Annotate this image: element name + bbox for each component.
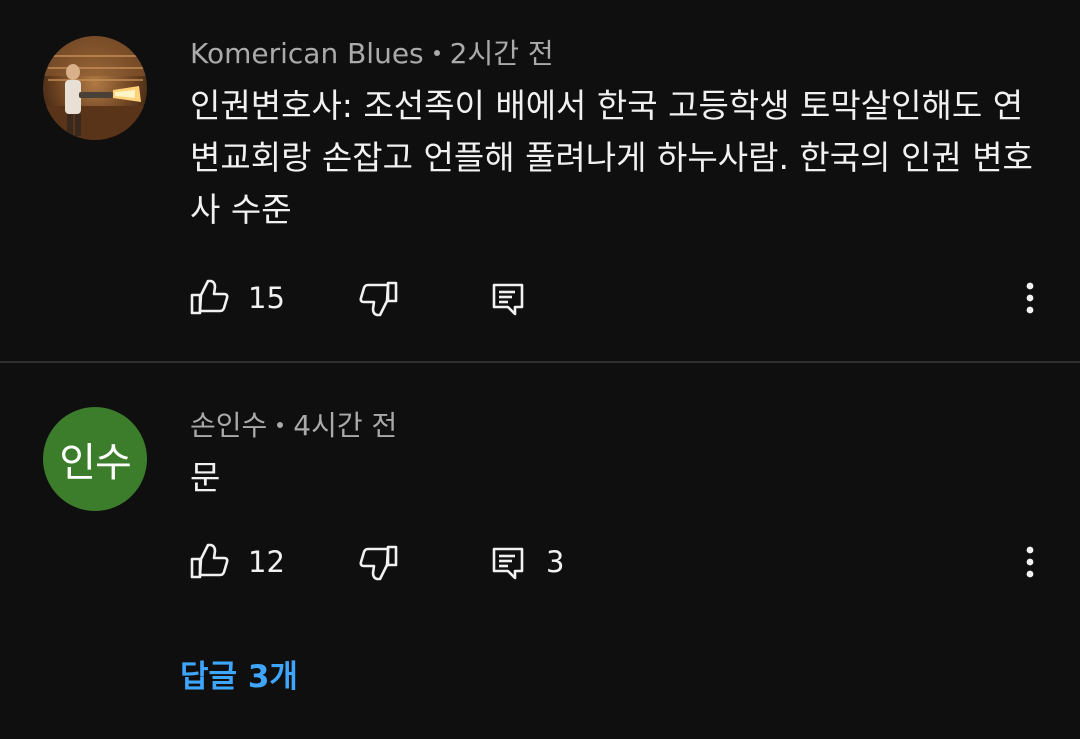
reply-button[interactable] (488, 278, 528, 318)
reply-button[interactable]: 3 (488, 542, 564, 582)
separator-dot (277, 422, 284, 428)
comment-text: 인권변호사: 조선족이 배에서 한국 고등학생 토막살인해도 연변교회랑 손잡고… (190, 86, 1033, 229)
separator-dot (433, 50, 440, 56)
comment-meta: 손인수 4시간 전 (190, 408, 397, 444)
view-replies-link[interactable]: 답글 3개 (180, 657, 298, 697)
avatar[interactable] (43, 36, 147, 140)
comment-reply-icon (492, 547, 524, 580)
thumbs-up-icon (190, 279, 229, 315)
thumbs-down-icon (359, 281, 398, 317)
reply-count: 3 (546, 545, 565, 579)
thumbs-up-icon (190, 543, 229, 579)
comment-actions: 15 (190, 278, 1050, 318)
avatar-initials: 인수 (43, 407, 147, 511)
dislike-button[interactable] (358, 542, 398, 582)
comment-meta: Komerican Blues 2시간 전 (190, 36, 554, 72)
like-button[interactable]: 12 (190, 542, 285, 582)
comment-actions: 12 3 (190, 542, 1050, 582)
author-name[interactable]: Komerican Blues (190, 37, 424, 70)
thumbs-down-icon (359, 545, 398, 581)
avatar[interactable]: 인수 (43, 407, 147, 511)
avatar-photo (43, 36, 147, 140)
more-vertical-icon (1026, 546, 1034, 578)
more-options-button[interactable] (1015, 542, 1045, 582)
more-options-button[interactable] (1015, 278, 1045, 318)
divider (0, 361, 1080, 363)
like-count: 15 (248, 281, 285, 315)
comment-time: 4시간 전 (293, 409, 398, 442)
author-name[interactable]: 손인수 (190, 409, 267, 442)
comment-text: 문 (190, 458, 221, 497)
like-button[interactable]: 15 (190, 278, 285, 318)
comment-thread: Komerican Blues 2시간 전 인권변호사: 조선족이 배에서 한국 … (0, 0, 1080, 362)
like-count: 12 (248, 545, 285, 579)
comment-reply-icon (492, 283, 524, 316)
comment-thread: 인수 손인수 4시간 전 문 12 3 답글 3개 (0, 364, 1080, 739)
dislike-button[interactable] (358, 278, 398, 318)
comment-time: 2시간 전 (449, 37, 554, 70)
more-vertical-icon (1026, 282, 1034, 314)
